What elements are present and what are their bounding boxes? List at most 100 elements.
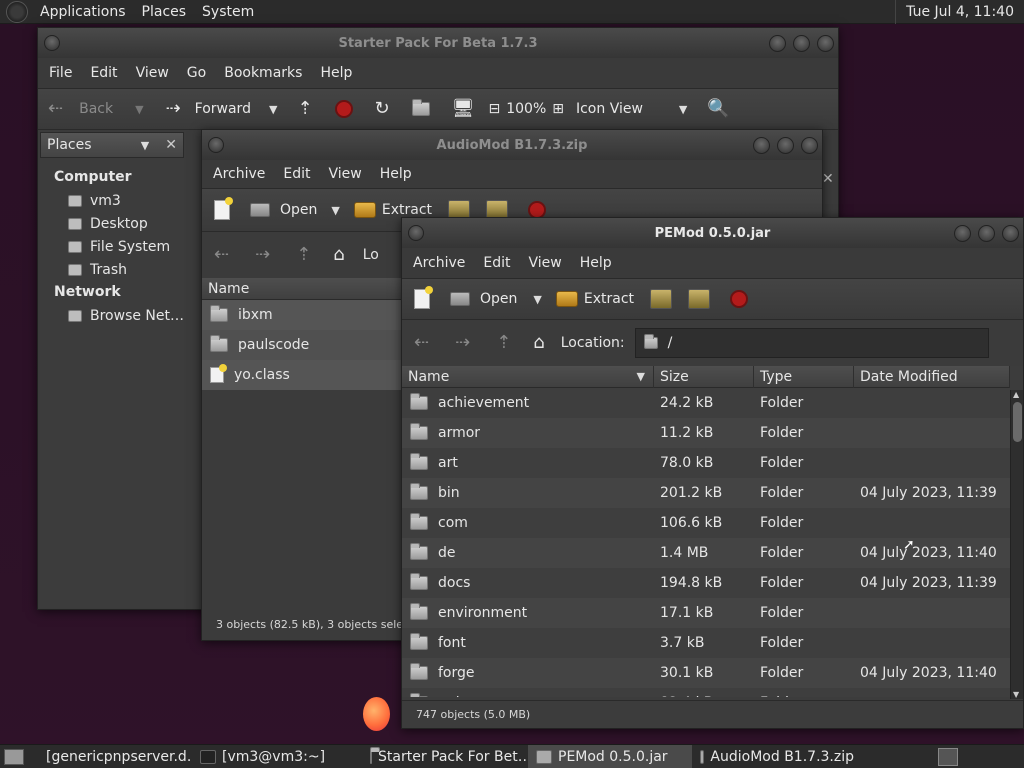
workspace-switcher-icon[interactable]	[938, 748, 958, 766]
zoom-control[interactable]: ⊟ 100% ⊞	[488, 101, 564, 117]
view-mode-select[interactable]: Icon View ▼	[576, 101, 687, 117]
menu-help[interactable]: Help	[371, 166, 421, 182]
scroll-down-arrow[interactable]: ▼	[1013, 690, 1019, 699]
menu-applications[interactable]: Applications	[32, 4, 134, 20]
menu-places[interactable]: Places	[134, 4, 195, 20]
menu-help[interactable]: Help	[571, 255, 621, 271]
open-button[interactable]: Open ▼	[250, 202, 340, 218]
menu-archive[interactable]: Archive	[204, 166, 274, 182]
sidebar-header[interactable]: Places ▼ ✕	[40, 132, 184, 158]
table-row[interactable]: achievement 24.2 kB Folder	[402, 388, 1010, 418]
computer-icon[interactable]: 🖥	[452, 100, 475, 118]
menu-go[interactable]: Go	[178, 65, 215, 81]
forward-button[interactable]: ⇢ Forward ▼	[166, 100, 278, 118]
show-desktop-icon[interactable]	[4, 748, 24, 765]
menu-view[interactable]: View	[320, 166, 371, 182]
arrow-right-icon[interactable]: ⇢	[455, 334, 470, 352]
search-icon[interactable]: 🔍	[707, 100, 729, 118]
column-name[interactable]: Name	[202, 277, 402, 300]
menu-archive[interactable]: Archive	[404, 255, 474, 271]
menu-view[interactable]: View	[127, 65, 178, 81]
home-icon[interactable]: ⌂	[333, 246, 344, 264]
starter-titlebar[interactable]: Starter Pack For Beta 1.7.3	[38, 28, 838, 58]
task-pemod[interactable]: PEMod 0.5.0.jar	[528, 744, 692, 768]
table-row[interactable]: docs 194.8 kB Folder 04 July 2023, 11:39	[402, 568, 1010, 598]
list-item[interactable]: yo.class	[202, 360, 402, 390]
table-row[interactable]: art 78.0 kB Folder	[402, 448, 1010, 478]
open-button[interactable]: Open ▼	[450, 291, 542, 307]
location-entry[interactable]: /	[634, 328, 989, 358]
zoom-out-icon[interactable]: ⊟	[488, 102, 500, 116]
table-row[interactable]: de 1.4 MB Folder 04 July 2023, 11:40	[402, 538, 1010, 568]
window-menu-icon[interactable]	[408, 225, 424, 241]
close-button[interactable]	[1002, 225, 1019, 242]
close-sidebar-icon[interactable]: ✕	[165, 137, 177, 153]
new-archive-icon[interactable]	[414, 286, 433, 309]
task-audiomod[interactable]: AudioMod B1.7.3.zip	[692, 745, 862, 768]
window-menu-icon[interactable]	[44, 35, 60, 51]
back-button[interactable]: ⇠ Back ▼	[48, 100, 144, 118]
pemod-titlebar[interactable]: PEMod 0.5.0.jar	[402, 218, 1023, 248]
new-archive-icon[interactable]	[214, 197, 233, 220]
arrow-left-icon[interactable]: ⇠	[214, 246, 229, 264]
sidebar-item-filesystem[interactable]: File System	[40, 235, 184, 258]
extract-button[interactable]: Extract	[555, 291, 634, 307]
close-pane-icon[interactable]: ✕	[822, 171, 834, 187]
add-folder-icon[interactable]	[688, 289, 711, 309]
table-row[interactable]: environment 17.1 kB Folder	[402, 598, 1010, 628]
maximize-button[interactable]	[777, 137, 794, 154]
table-row[interactable]: forge 30.1 kB Folder 04 July 2023, 11:40	[402, 658, 1010, 688]
extract-button[interactable]: Extract	[353, 202, 432, 218]
menu-system[interactable]: System	[194, 4, 262, 20]
home-icon[interactable]: ⌂	[533, 334, 544, 352]
scroll-up-arrow[interactable]: ▲	[1013, 390, 1019, 399]
table-row[interactable]: armor 11.2 kB Folder	[402, 418, 1010, 448]
list-item[interactable]: paulscode	[202, 330, 402, 360]
close-button[interactable]	[817, 35, 834, 52]
panel-clock[interactable]: Tue Jul 4, 11:40	[895, 0, 1024, 24]
audiomod-titlebar[interactable]: AudioMod B1.7.3.zip	[202, 130, 822, 160]
stop-icon[interactable]	[730, 290, 749, 308]
column-size[interactable]: Size	[654, 365, 754, 388]
arrow-right-icon[interactable]: ⇢	[255, 246, 270, 264]
table-row[interactable]: com 106.6 kB Folder	[402, 508, 1010, 538]
menu-bookmarks[interactable]: Bookmarks	[215, 65, 311, 81]
maximize-button[interactable]	[978, 225, 995, 242]
list-item[interactable]: ibxm	[202, 300, 402, 330]
sidebar-item-vm3[interactable]: vm3	[40, 189, 184, 212]
column-date[interactable]: Date Modified	[854, 365, 1010, 388]
arrow-left-icon[interactable]: ⇠	[414, 334, 429, 352]
up-icon[interactable]: ⇡	[297, 100, 312, 118]
sidebar-item-browse-network[interactable]: Browse Net…	[40, 304, 184, 327]
menu-file[interactable]: File	[40, 65, 81, 81]
add-files-icon[interactable]	[650, 289, 673, 309]
column-name[interactable]: Name ▼	[402, 365, 654, 388]
reload-icon[interactable]: ↻	[375, 100, 390, 118]
maximize-button[interactable]	[793, 35, 810, 52]
pemod-scrollbar[interactable]: ▲ ▼	[1010, 390, 1023, 699]
minimize-button[interactable]	[753, 137, 770, 154]
minimize-button[interactable]	[769, 35, 786, 52]
menu-logo-icon[interactable]	[6, 0, 28, 23]
column-type[interactable]: Type	[754, 365, 854, 388]
stop-icon[interactable]	[334, 100, 353, 118]
window-menu-icon[interactable]	[208, 137, 224, 153]
table-row[interactable]: gui82.4 kBFolder	[402, 688, 1010, 697]
table-row[interactable]: font 3.7 kB Folder	[402, 628, 1010, 658]
zoom-in-icon[interactable]: ⊞	[552, 102, 564, 116]
minimize-button[interactable]	[954, 225, 971, 242]
task-terminal[interactable]: [vm3@vm3:~]	[192, 745, 362, 768]
task-genericpnpserver[interactable]: [genericpnpserver.d…	[32, 745, 192, 768]
sidebar-item-trash[interactable]: Trash	[40, 258, 184, 281]
menu-edit[interactable]: Edit	[474, 255, 519, 271]
up-icon[interactable]: ⇡	[296, 246, 311, 264]
menu-edit[interactable]: Edit	[81, 65, 126, 81]
scroll-thumb[interactable]	[1013, 402, 1022, 442]
close-button[interactable]	[801, 137, 818, 154]
task-starter-pack[interactable]: Starter Pack For Bet…	[362, 745, 528, 768]
home-folder-icon[interactable]	[411, 99, 430, 116]
menu-help[interactable]: Help	[311, 65, 361, 81]
table-row[interactable]: bin 201.2 kB Folder 04 July 2023, 11:39	[402, 478, 1010, 508]
up-icon[interactable]: ⇡	[496, 334, 511, 352]
menu-view[interactable]: View	[520, 255, 571, 271]
